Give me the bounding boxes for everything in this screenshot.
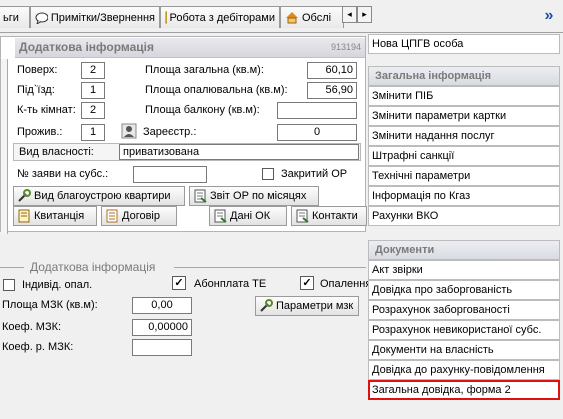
area-balcony-label: Площа балкону (кв.м): bbox=[145, 104, 260, 116]
mzk-area-label: Площа МЗК (кв.м): bbox=[2, 299, 98, 311]
contacts-icon bbox=[296, 209, 309, 223]
rooms-field[interactable]: 2 bbox=[81, 102, 105, 119]
change-card-params-item[interactable]: Змінити параметри картки bbox=[368, 106, 560, 126]
tab-scroll-right-button[interactable]: ▸ bbox=[357, 6, 372, 23]
ownership-label: Вид власності: bbox=[19, 146, 94, 158]
closed-or-checkbox[interactable] bbox=[262, 168, 274, 180]
subscription-te-checkbox[interactable]: ✓ bbox=[172, 276, 186, 290]
registered-people-icon[interactable] bbox=[121, 123, 137, 139]
documents-header: Документи bbox=[368, 240, 560, 260]
wrench-icon bbox=[260, 299, 273, 312]
tab-scroll-arrows: ◂ ▸ bbox=[342, 6, 372, 23]
expand-chevron-icon[interactable]: » bbox=[538, 4, 560, 28]
registered-label: Зареєстр.: bbox=[143, 126, 197, 138]
button-label: Вид благоустрою квартири bbox=[34, 190, 171, 202]
floor-label: Поверх: bbox=[17, 64, 58, 76]
people-question-icon: ? bbox=[165, 11, 167, 24]
receipt-icon bbox=[18, 209, 30, 223]
heating-label: Опалення bbox=[320, 278, 372, 290]
invoice-certificate-item[interactable]: Довідка до рахунку-повідомлення bbox=[368, 360, 560, 380]
closed-or-label: Закритий ОР bbox=[281, 168, 348, 180]
debt-calculation-item[interactable]: Розрахунок заборгованості bbox=[368, 300, 560, 320]
entrance-field[interactable]: 1 bbox=[81, 82, 105, 99]
residents-label: Прожив.: bbox=[17, 126, 63, 138]
registered-field[interactable]: 0 bbox=[277, 124, 357, 141]
contract-icon bbox=[106, 209, 118, 223]
area-total-label: Площа загальна (кв.м): bbox=[145, 64, 264, 76]
panel-header: Додаткова інформація 913194 bbox=[15, 38, 365, 58]
tab-debtors[interactable]: ? Робота з дебіторами bbox=[160, 6, 280, 28]
record-code: 913194 bbox=[330, 42, 361, 52]
contacts-button[interactable]: Контакти bbox=[291, 206, 367, 226]
receipt-button[interactable]: Квитанція bbox=[13, 206, 97, 226]
button-label: Параметри мзк bbox=[276, 300, 354, 312]
button-label: Звіт ОР по місяцях bbox=[210, 190, 307, 202]
subsidy-field[interactable] bbox=[133, 166, 207, 183]
change-services-item[interactable]: Змінити надання послуг bbox=[368, 126, 560, 146]
mzk-params-button[interactable]: Параметри мзк bbox=[255, 296, 359, 316]
penalties-item[interactable]: Штрафні санкції bbox=[368, 146, 560, 166]
data-ok-button[interactable]: Дані ОК bbox=[209, 206, 287, 226]
tab-label: Обслі bbox=[302, 11, 332, 24]
button-label: Договір bbox=[122, 210, 160, 222]
wrench-icon bbox=[18, 189, 31, 202]
group-line-left bbox=[0, 267, 24, 268]
tab-services[interactable]: ьги bbox=[0, 6, 30, 28]
individual-heating-label: Індивід. опал. bbox=[22, 279, 93, 291]
kgaz-info-item[interactable]: Інформація по Кгаз bbox=[368, 186, 560, 206]
entrance-label: Під`їзд: bbox=[17, 84, 55, 96]
panel-left-edge bbox=[1, 59, 8, 234]
group-line-right bbox=[174, 267, 366, 268]
button-label: Квитанція bbox=[34, 210, 85, 222]
debt-certificate-item[interactable]: Довідка про заборгованість bbox=[368, 280, 560, 300]
change-name-item[interactable]: Змінити ПІБ bbox=[368, 86, 560, 106]
reconciliation-act-item[interactable]: Акт звірки bbox=[368, 260, 560, 280]
residents-field[interactable]: 1 bbox=[81, 124, 105, 141]
tech-params-item[interactable]: Технічні параметри bbox=[368, 166, 560, 186]
area-total-field[interactable]: 60,10 bbox=[307, 62, 357, 79]
data-icon bbox=[214, 209, 227, 223]
house-icon bbox=[286, 12, 298, 24]
mzk-area-field[interactable]: 0,00 bbox=[132, 297, 192, 314]
mzk-r-coef-field[interactable] bbox=[132, 339, 192, 356]
floor-field[interactable]: 2 bbox=[81, 62, 105, 79]
mzk-r-coef-label: Коеф. р. МЗК: bbox=[2, 341, 74, 353]
area-balcony-field[interactable] bbox=[277, 102, 357, 119]
speech-bubble-icon bbox=[35, 12, 48, 24]
panel-title: Додаткова інформація bbox=[19, 40, 154, 54]
area-heated-field[interactable]: 56,90 bbox=[307, 82, 357, 99]
subscription-te-label: Абонплата ТЕ bbox=[194, 278, 267, 290]
tab-notes[interactable]: Примітки/Звернення bbox=[30, 6, 160, 28]
general-certificate-form2-item[interactable]: Загальна довідка, форма 2 bbox=[368, 380, 560, 400]
tab-service[interactable]: Обслі bbox=[280, 6, 344, 28]
tab-label: Примітки/Звернення bbox=[50, 11, 155, 24]
general-info-header: Загальна інформація bbox=[368, 66, 560, 86]
group-title: Додаткова інформація bbox=[30, 260, 156, 274]
mzk-coef-label: Коеф. МЗК: bbox=[2, 321, 62, 333]
individual-heating-checkbox[interactable] bbox=[3, 279, 15, 291]
ownership-field[interactable]: приватизована bbox=[119, 144, 359, 160]
contract-button[interactable]: Договір bbox=[101, 206, 177, 226]
ownership-docs-item[interactable]: Документи на власність bbox=[368, 340, 560, 360]
unused-subsidy-item[interactable]: Розрахунок невикористаної субс. bbox=[368, 320, 560, 340]
heating-checkbox[interactable]: ✓ bbox=[300, 276, 314, 290]
tab-label: Робота з дебіторами bbox=[169, 11, 275, 24]
tab-label: ьги bbox=[3, 11, 19, 24]
extra-info-panel: Додаткова інформація 913194 Поверх: 2 Пі… bbox=[0, 36, 367, 234]
mzk-coef-field[interactable]: 0,00000 bbox=[132, 319, 192, 336]
improvement-button[interactable]: Вид благоустрою квартири bbox=[13, 186, 185, 206]
rooms-label: К-ть кімнат: bbox=[17, 104, 76, 116]
report-or-button[interactable]: Звіт ОР по місяцях bbox=[189, 186, 319, 206]
button-label: Контакти bbox=[312, 210, 358, 222]
new-cpgv-person-item[interactable]: Нова ЦПГВ особа bbox=[368, 34, 560, 54]
vko-accounts-item[interactable]: Рахунки ВКО bbox=[368, 206, 560, 226]
button-label: Дані ОК bbox=[230, 210, 271, 222]
area-heated-label: Площа опалювальна (кв.м): bbox=[145, 84, 288, 96]
subsidy-label: № заяви на субс.: bbox=[17, 168, 109, 180]
report-icon bbox=[194, 189, 207, 203]
tab-scroll-left-button[interactable]: ◂ bbox=[342, 6, 357, 23]
